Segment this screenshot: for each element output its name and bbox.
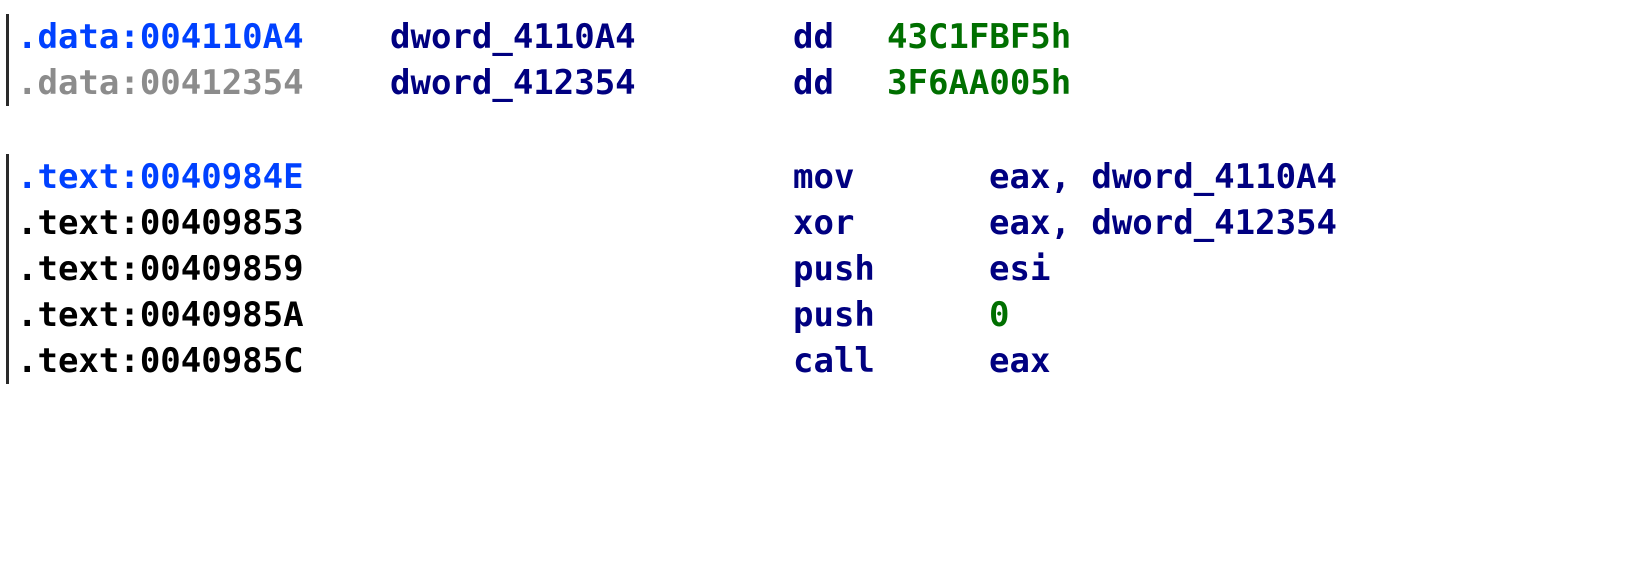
code-line[interactable]: .text:00409853 xor eax, dword_412354 (9, 200, 1337, 246)
code-line[interactable]: .text:0040985A push 0 (9, 292, 1009, 338)
address-label[interactable]: .text:0040985C (17, 338, 304, 384)
code-line[interactable]: .text:0040984E mov eax, dword_4110A4 (9, 154, 1337, 200)
directive-label: dd (793, 17, 834, 57)
data-name-label[interactable]: dword_412354 (390, 60, 636, 106)
operand-label[interactable]: esi (989, 246, 1050, 292)
code-line[interactable]: .text:00409859 push esi (9, 246, 1050, 292)
operand-label[interactable]: eax, dword_412354 (989, 200, 1337, 246)
disassembly-view: .data:004110A4 dword_4110A4 dd 43C1FBF5h… (0, 0, 1634, 400)
data-name-label[interactable]: dword_4110A4 (390, 14, 636, 60)
mnemonic-label: mov (793, 157, 855, 197)
text-section: .text:0040984E mov eax, dword_4110A4 .te… (6, 154, 1337, 384)
data-line[interactable]: .data:004110A4 dword_4110A4 dd 43C1FBF5h (9, 14, 1071, 60)
operand-label[interactable]: eax (989, 338, 1050, 384)
data-value[interactable]: 43C1FBF5h (887, 14, 1071, 60)
address-label[interactable]: .text:00409859 (17, 246, 304, 292)
mnemonic-label: push (793, 249, 875, 289)
data-value[interactable]: 3F6AA005h (887, 60, 1071, 106)
address-label[interactable]: .data:004110A4 (17, 14, 304, 60)
operand-label[interactable]: 0 (989, 292, 1009, 338)
address-label[interactable]: .text:0040984E (17, 154, 304, 200)
address-label[interactable]: .data:00412354 (17, 60, 304, 106)
mnemonic-label: push (793, 295, 875, 335)
mnemonic-label: call (793, 341, 875, 381)
address-label[interactable]: .text:00409853 (17, 200, 304, 246)
operand-label[interactable]: eax, dword_4110A4 (989, 154, 1337, 200)
data-section: .data:004110A4 dword_4110A4 dd 43C1FBF5h… (6, 14, 1071, 106)
directive-label: dd (793, 63, 834, 103)
mnemonic-label: xor (793, 203, 855, 243)
code-line[interactable]: .text:0040985C call eax (9, 338, 1050, 384)
data-line[interactable]: .data:00412354 dword_412354 dd 3F6AA005h (9, 60, 1071, 106)
address-label[interactable]: .text:0040985A (17, 292, 304, 338)
